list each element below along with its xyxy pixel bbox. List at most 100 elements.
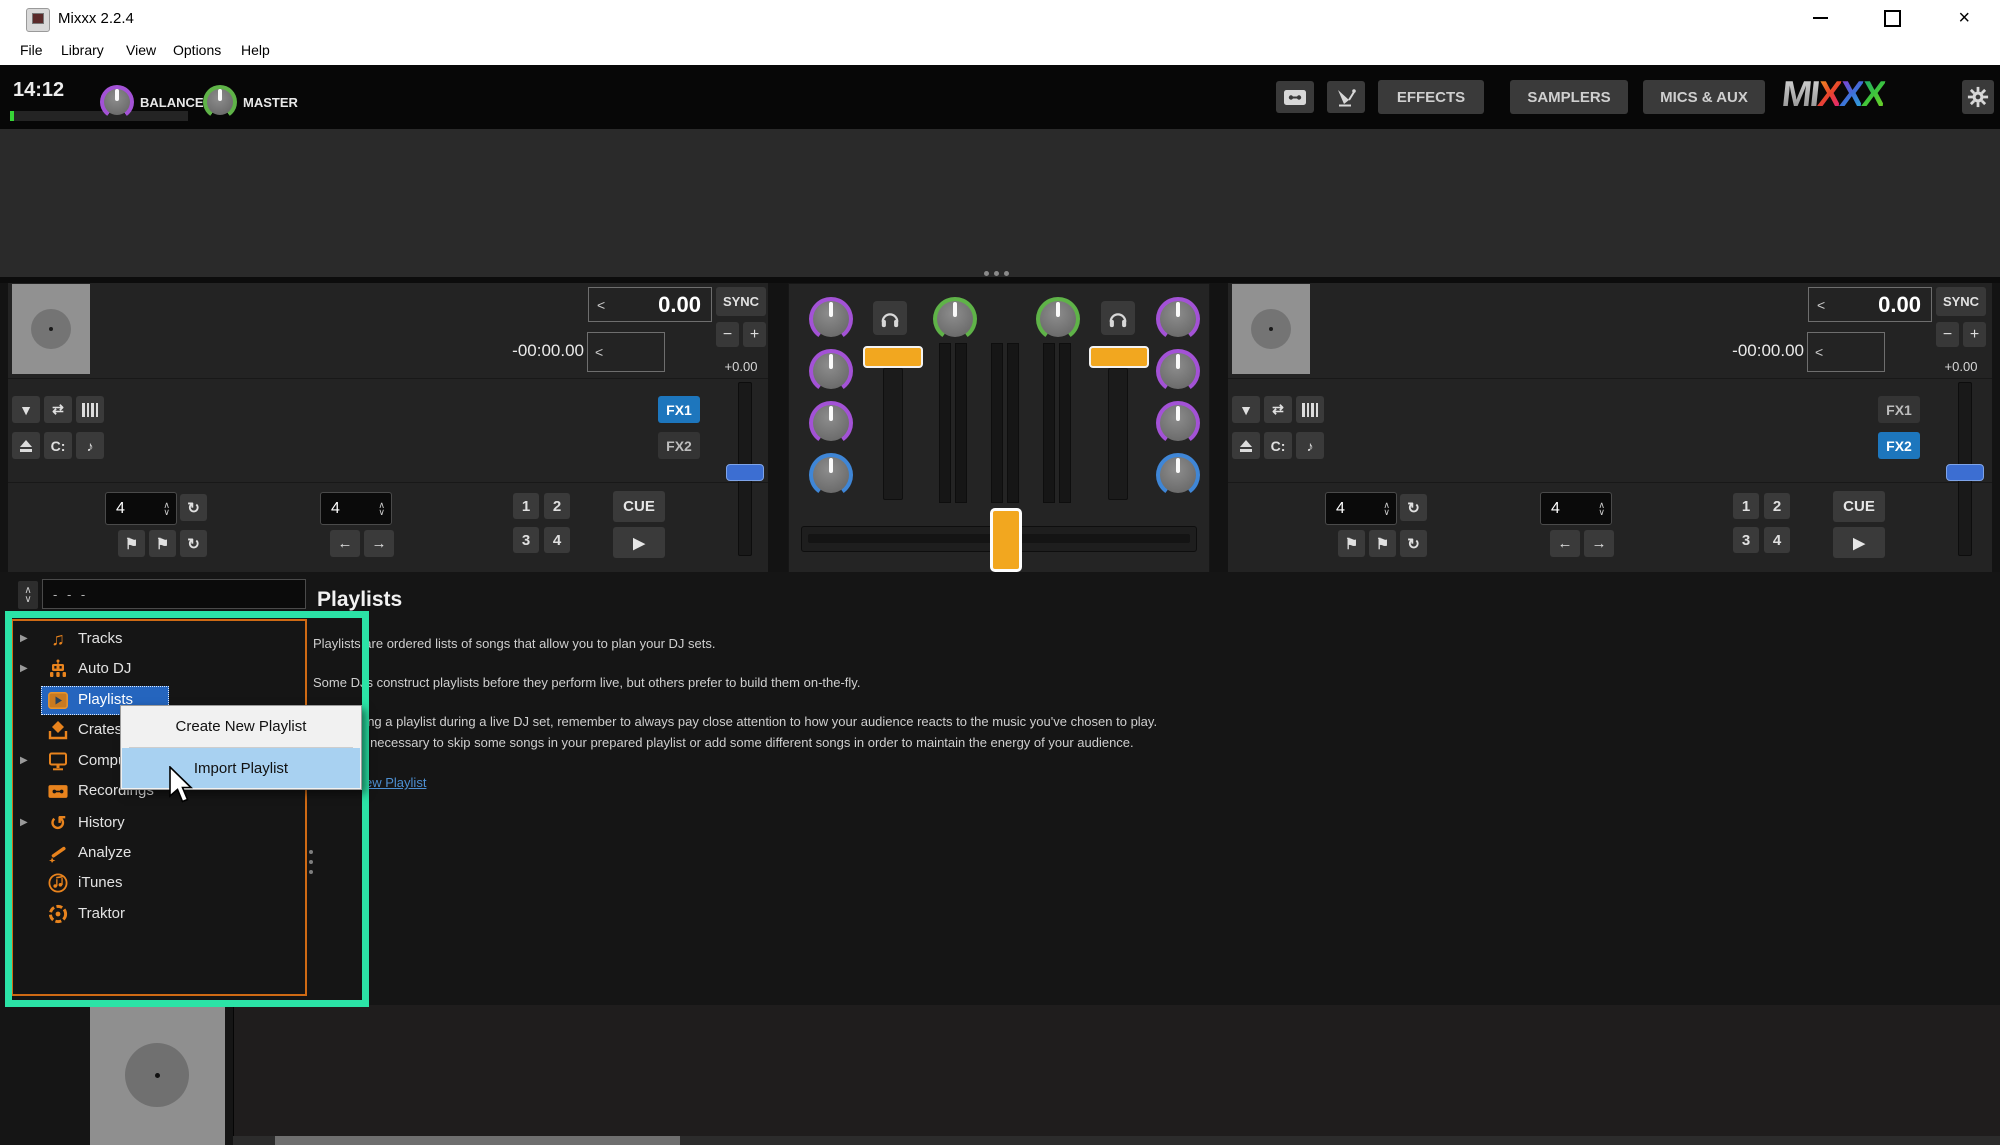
- effects-toggle-button[interactable]: EFFECTS: [1378, 80, 1484, 114]
- sidebar-item-traktor[interactable]: Traktor: [12, 899, 306, 929]
- balance-knob[interactable]: [100, 85, 134, 119]
- deck-right-loop-toggle-button[interactable]: ↻: [1400, 530, 1427, 557]
- menu-item-create-new-playlist[interactable]: Create New Playlist: [121, 706, 361, 747]
- mixer-left-eq-mid-knob[interactable]: [809, 349, 853, 393]
- broadcast-button[interactable]: [1327, 81, 1365, 113]
- close-button[interactable]: ×: [1934, 0, 1994, 36]
- mixer-right-eq-high-knob[interactable]: [1156, 297, 1200, 341]
- mixer-right-eq-low-knob[interactable]: [1156, 401, 1200, 445]
- expander-icon[interactable]: ▶: [20, 817, 28, 828]
- menu-view[interactable]: View: [126, 42, 156, 58]
- search-input[interactable]: - - -: [42, 579, 306, 609]
- deck-left-fx2-button[interactable]: FX2: [658, 432, 700, 459]
- deck-left-repeat-button[interactable]: ⇄: [44, 396, 72, 423]
- spinner-chevrons-icon[interactable]: ∧∨: [1383, 502, 1390, 516]
- track-table-area[interactable]: [233, 1005, 2000, 1145]
- minimize-button[interactable]: [1790, 0, 1850, 36]
- menu-help[interactable]: Help: [241, 42, 270, 58]
- menu-library[interactable]: Library: [61, 42, 104, 58]
- mixer-left-volume-fader[interactable]: [883, 368, 903, 500]
- deck-left-eject-button[interactable]: [12, 432, 40, 459]
- mixer-right-filter-knob[interactable]: [1156, 453, 1200, 497]
- mixer-right-eq-mid-knob[interactable]: [1156, 349, 1200, 393]
- deck-left-beatjump-forward-button[interactable]: →: [364, 530, 394, 557]
- deck-left-slip-button[interactable]: ▼: [12, 396, 40, 423]
- sidebar-item-autodj[interactable]: ▶ Auto DJ: [12, 654, 306, 684]
- mixer-right-headphone-button[interactable]: [1101, 301, 1135, 335]
- sidebar-item-itunes[interactable]: iTunes: [12, 868, 306, 898]
- deck-left-keylock-button[interactable]: ♪: [76, 432, 104, 459]
- library-spinner-button[interactable]: ∧∨: [18, 581, 38, 609]
- deck-left-hotcue-2-button[interactable]: 2: [544, 493, 570, 519]
- deck-right-play-button[interactable]: ▶: [1833, 527, 1885, 558]
- sidebar-item-tracks[interactable]: ▶ ♫ Tracks: [12, 624, 306, 654]
- crossfader-handle[interactable]: [990, 508, 1022, 572]
- deck-left-tempo-minus-button[interactable]: −: [716, 322, 739, 347]
- mixer-left-filter-knob[interactable]: [809, 453, 853, 497]
- deck-left-beatjump-back-button[interactable]: ←: [330, 530, 360, 557]
- spinner-chevrons-icon[interactable]: ∧∨: [1598, 502, 1605, 516]
- deck-left-hotcue-3-button[interactable]: 3: [513, 527, 539, 553]
- expander-icon[interactable]: ▶: [20, 633, 28, 644]
- deck-left-quantize-button[interactable]: [76, 396, 104, 423]
- deck-right-repeat-button[interactable]: ⇄: [1264, 396, 1292, 423]
- mixer-right-volume-handle[interactable]: [1089, 346, 1149, 368]
- spinner-chevrons-icon[interactable]: ∧∨: [378, 502, 385, 516]
- mixer-right-volume-fader[interactable]: [1108, 368, 1128, 500]
- deck-right-sync-button[interactable]: SYNC: [1936, 287, 1986, 316]
- menu-options[interactable]: Options: [173, 42, 221, 58]
- deck-right-pitch-handle[interactable]: [1946, 464, 1984, 481]
- deck-left-pitch-handle[interactable]: [726, 464, 764, 481]
- mixer-left-eq-low-knob[interactable]: [809, 401, 853, 445]
- deck-right-fx1-button[interactable]: FX1: [1878, 396, 1920, 423]
- deck-left-loop-in-button[interactable]: ⚑: [118, 530, 145, 557]
- menu-item-import-playlist[interactable]: Import Playlist: [122, 748, 360, 788]
- scrollbar-thumb[interactable]: [275, 1136, 680, 1145]
- deck-left-reloop-button[interactable]: ↻: [180, 494, 207, 521]
- mixer-left-eq-high-knob[interactable]: [809, 297, 853, 341]
- deck-right-hotcue-4-button[interactable]: 4: [1764, 527, 1790, 553]
- deck-right-beatjump-size-spinbox[interactable]: 4 ∧∨: [1540, 492, 1612, 525]
- mics-aux-toggle-button[interactable]: MICS & AUX: [1643, 80, 1765, 114]
- deck-left-cue-button[interactable]: CUE: [613, 491, 665, 522]
- deck-right-loop-size-spinbox[interactable]: 4 ∧∨: [1325, 492, 1397, 525]
- expander-icon[interactable]: ▶: [20, 663, 28, 674]
- deck-right-beats-box[interactable]: <: [1807, 332, 1885, 372]
- deck-right-reloop-button[interactable]: ↻: [1400, 494, 1427, 521]
- deck-right-hotcue-3-button[interactable]: 3: [1733, 527, 1759, 553]
- deck-left-loop-toggle-button[interactable]: ↻: [180, 530, 207, 557]
- settings-button[interactable]: [1962, 80, 1994, 114]
- deck-right-beatjump-forward-button[interactable]: →: [1584, 530, 1614, 557]
- deck-left-beats-box[interactable]: <: [587, 332, 665, 372]
- deck-left-hotcue-4-button[interactable]: 4: [544, 527, 570, 553]
- sidebar-item-analyze[interactable]: Analyze: [12, 838, 306, 868]
- maximize-button[interactable]: [1862, 0, 1922, 36]
- deck-right-beatjump-back-button[interactable]: ←: [1550, 530, 1580, 557]
- spinner-chevrons-icon[interactable]: ∧∨: [163, 502, 170, 516]
- mixer-left-volume-handle[interactable]: [863, 346, 923, 368]
- deck-left-play-button[interactable]: ▶: [613, 527, 665, 558]
- mixer-left-gain-knob[interactable]: [933, 297, 977, 341]
- deck-left-loop-size-spinbox[interactable]: 4 ∧∨: [105, 492, 177, 525]
- deck-right-keylock-button[interactable]: ♪: [1296, 432, 1324, 459]
- samplers-toggle-button[interactable]: SAMPLERS: [1510, 80, 1628, 114]
- deck-right-tempo-plus-button[interactable]: +: [1963, 322, 1986, 347]
- deck-right-loop-out-button[interactable]: ⚑: [1369, 530, 1396, 557]
- deck-right-loop-in-button[interactable]: ⚑: [1338, 530, 1365, 557]
- deck-right-quantize-button[interactable]: [1296, 396, 1324, 423]
- deck-right-slip-button[interactable]: ▼: [1232, 396, 1260, 423]
- menu-file[interactable]: File: [20, 42, 43, 58]
- deck-right-hotcue-1-button[interactable]: 1: [1733, 493, 1759, 519]
- deck-right-fx2-button[interactable]: FX2: [1878, 432, 1920, 459]
- library-splitter-handle[interactable]: [309, 850, 313, 874]
- horizontal-scrollbar[interactable]: [233, 1136, 2000, 1145]
- deck-right-tempo-minus-button[interactable]: −: [1936, 322, 1959, 347]
- sidebar-item-history[interactable]: ▶ ↺ History: [12, 808, 306, 838]
- master-knob[interactable]: [203, 85, 237, 119]
- deck-left-bpm-display[interactable]: < 0.00: [588, 287, 712, 322]
- deck-left-tempo-plus-button[interactable]: +: [743, 322, 766, 347]
- deck-left-sync-button[interactable]: SYNC: [716, 287, 766, 316]
- deck-left-fx1-button[interactable]: FX1: [658, 396, 700, 423]
- deck-left-beatjump-size-spinbox[interactable]: 4 ∧∨: [320, 492, 392, 525]
- deck-right-hotcue-2-button[interactable]: 2: [1764, 493, 1790, 519]
